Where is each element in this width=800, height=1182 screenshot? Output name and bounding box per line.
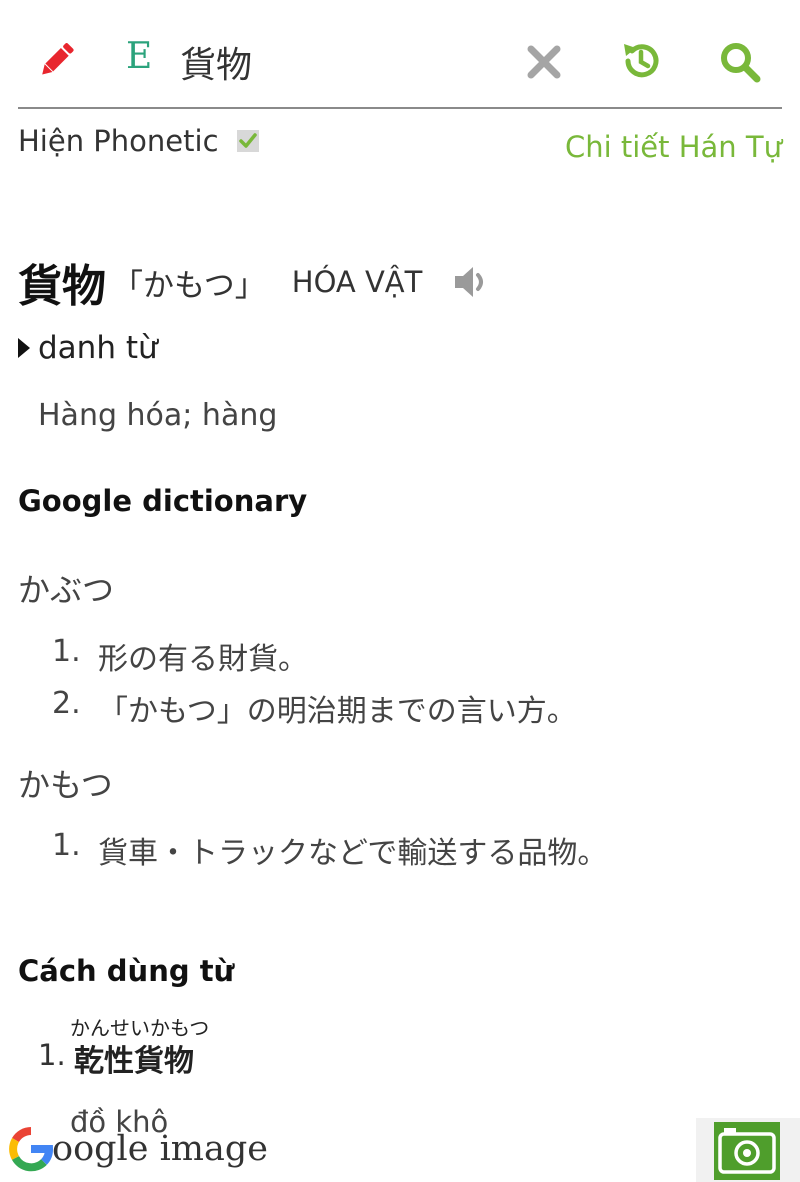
definition-number: 1. (52, 828, 81, 863)
gd-definition-list: 1. 貨車・トラックなどで輸送する品物。 (52, 828, 607, 880)
phonetic-label: Hiện Phonetic (18, 124, 219, 158)
google-image-button[interactable]: oogle image (8, 1126, 268, 1172)
part-of-speech: danh từ (18, 330, 158, 366)
gd-definition: 1. 貨車・トラックなどで輸送する品物。 (52, 828, 607, 880)
language-toggle-button[interactable]: E (126, 36, 152, 77)
gd-definition-list: 1. 形の有る財貨。 2. 「かもつ」の明治期までの言い方。 (52, 634, 577, 738)
gd-definition: 2. 「かもつ」の明治期までの言い方。 (52, 686, 577, 738)
search-bar: E 貨物 (18, 0, 782, 109)
history-button[interactable] (620, 40, 662, 82)
gd-headword: かもつ (18, 766, 113, 804)
entry-reading: 「かもつ」 (112, 267, 266, 304)
search-input[interactable]: 貨物 (180, 36, 252, 88)
definition-text: 「かもつ」の明治期までの言い方。 (98, 694, 577, 729)
usage-example-link[interactable]: 乾性貨物 (74, 1036, 194, 1080)
search-icon (721, 43, 761, 83)
entry-header: 貨物 「かもつ」 HÓA VẬT (18, 250, 490, 314)
close-icon (527, 45, 561, 79)
phonetic-checkbox[interactable] (236, 130, 259, 152)
usage-title: Cách dùng từ (18, 954, 235, 988)
checkmark-icon (238, 133, 257, 148)
camera-button[interactable] (696, 1118, 800, 1182)
kanji-detail-link[interactable]: Chi tiết Hán Tự (565, 130, 782, 164)
history-icon (624, 44, 659, 78)
entry-meaning: Hàng hóa; hàng (38, 398, 278, 433)
pencil-icon (42, 43, 74, 75)
search-button[interactable] (718, 40, 762, 84)
google-image-label: oogle image (52, 1129, 268, 1169)
speaker-icon (455, 267, 484, 297)
triangle-right-icon (18, 338, 30, 358)
camera-icon (714, 1122, 780, 1180)
pronounce-button[interactable] (452, 263, 490, 301)
gd-definition: 1. 形の有る財貨。 (52, 634, 577, 686)
google-g-icon (9, 1127, 53, 1172)
usage-number: 1. (38, 1038, 66, 1072)
definition-number: 2. (52, 686, 81, 721)
part-of-speech-label: danh từ (38, 330, 158, 366)
definition-text: 貨車・トラックなどで輸送する品物。 (98, 836, 608, 871)
google-dictionary-title: Google dictionary (18, 484, 308, 518)
phonetic-toggle[interactable]: Hiện Phonetic (18, 124, 259, 158)
clear-button[interactable] (526, 44, 562, 80)
entry-hanviet: HÓA VẬT (291, 265, 423, 299)
handwriting-button[interactable] (34, 38, 78, 82)
entry-word: 貨物 (18, 261, 106, 312)
gd-headword: かぶつ (18, 571, 115, 609)
definition-text: 形の有る財貨。 (98, 642, 308, 677)
definition-number: 1. (52, 634, 81, 669)
